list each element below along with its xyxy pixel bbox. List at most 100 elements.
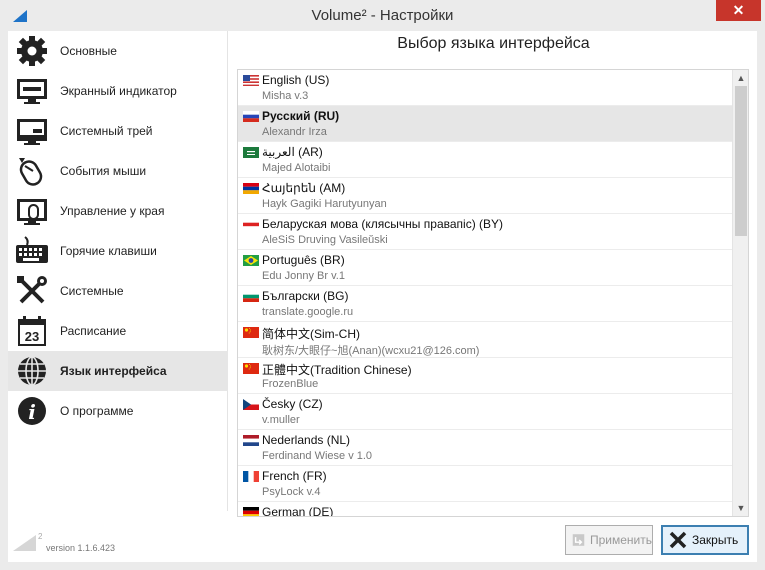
title-bar: Volume² - Настройки ✕	[0, 0, 765, 31]
keyboard-icon	[16, 236, 48, 263]
list-item[interactable]: English (US) Misha v.3	[238, 70, 732, 106]
gear-icon	[17, 36, 47, 66]
language-name: 简体中文(Sim-CH)	[262, 327, 360, 341]
flag-fr-icon	[243, 471, 259, 482]
language-rows: English (US) Misha v.3 Русский (RU) Alex…	[238, 70, 732, 517]
language-name: French (FR)	[262, 469, 327, 483]
apply-button[interactable]: Применить	[565, 525, 653, 555]
apply-button-label: Применить	[589, 533, 652, 547]
sidebar-item-label: Расписание	[60, 324, 127, 338]
language-author: v.muller	[262, 414, 300, 426]
mouse-icon	[19, 158, 43, 186]
list-item[interactable]: Български (BG) translate.google.ru	[238, 286, 732, 322]
sidebar-item-label: Системный трей	[60, 124, 153, 138]
language-name: 正體中文(Tradition Chinese)	[262, 363, 412, 377]
sidebar-item-system[interactable]: Системные	[8, 271, 228, 311]
close-button-label: Закрыть	[692, 533, 739, 547]
list-item[interactable]: Русский (RU) Alexandr Irza	[238, 106, 732, 142]
sidebar-item-label: О программе	[60, 404, 134, 418]
list-scrollbar[interactable]: ▲ ▼	[732, 70, 748, 516]
list-item[interactable]: العربية (AR) Majed Alotaibi	[238, 142, 732, 178]
flag-cz-icon	[243, 399, 259, 410]
language-name: Česky (CZ)	[262, 397, 323, 411]
language-author: Alexandr Irza	[262, 126, 327, 138]
monitor-icon	[17, 79, 47, 104]
list-item[interactable]: French (FR) PsyLock v.4	[238, 466, 732, 502]
language-list[interactable]: English (US) Misha v.3 Русский (RU) Alex…	[237, 69, 749, 517]
window-close-button[interactable]: ✕	[716, 0, 761, 21]
flag-sa-icon	[243, 147, 259, 158]
sidebar-item-label: Горячие клавиши	[60, 244, 157, 258]
sidebar-item-label: События мыши	[60, 164, 147, 178]
language-author: Misha v.3	[262, 90, 309, 102]
sidebar-item-label: Системные	[60, 284, 124, 298]
close-button[interactable]: Закрыть	[661, 525, 749, 555]
sidebar-item-mouse-events[interactable]: События мыши	[8, 151, 228, 191]
close-icon	[669, 531, 687, 549]
screen-edge-icon	[17, 199, 47, 225]
sidebar-item-about[interactable]: i О программе	[8, 391, 228, 431]
window-title: Volume² - Настройки	[311, 7, 454, 24]
sidebar-item-label: Управление у края	[60, 204, 165, 218]
sidebar-item-label: Экранный индикатор	[60, 84, 177, 98]
language-author: Majed Alotaibi	[262, 162, 331, 174]
calendar-icon: 23	[18, 316, 46, 346]
info-glyph: i	[28, 400, 36, 424]
language-name: Português (BR)	[262, 253, 345, 267]
language-author: Edu Jonny Br v.1	[262, 270, 345, 282]
sidebar-item-schedule[interactable]: 23 Расписание	[8, 311, 228, 351]
logo-superscript: 2	[38, 532, 42, 541]
info-icon: i	[18, 397, 46, 425]
sidebar: Основные Экранный индикатор Системный тр…	[8, 31, 228, 511]
language-author: PsyLock v.4	[262, 486, 321, 498]
tray-icon	[17, 119, 47, 145]
page-title: Выбор языка интерфейса	[397, 35, 590, 52]
language-name: Беларуская мова (клясычны правапіс) (BY)	[262, 217, 504, 231]
sidebar-item-language[interactable]: Язык интерфейса	[8, 351, 228, 391]
flag-ru-icon	[243, 111, 259, 122]
sidebar-item-label: Язык интерфейса	[60, 364, 167, 378]
flag-us-icon	[243, 75, 259, 86]
list-item[interactable]: 正體中文(Tradition Chinese) FrozenBlue	[238, 358, 732, 394]
calendar-day: 23	[25, 329, 39, 344]
flag-by-icon	[243, 219, 259, 230]
language-author: 耿树东/大眼仔~旭(Anan)(wcxu21@126.com)	[262, 345, 480, 357]
language-name: English (US)	[262, 73, 330, 87]
list-item[interactable]: 简体中文(Sim-CH) 耿树东/大眼仔~旭(Anan)(wcxu21@126.…	[238, 322, 732, 358]
list-item[interactable]: German (DE)	[238, 502, 732, 517]
sidebar-item-screen-edge[interactable]: Управление у края	[8, 191, 228, 231]
apply-icon	[572, 534, 585, 546]
language-author: Ferdinand Wiese v 1.0	[262, 450, 373, 462]
language-author: translate.google.ru	[262, 306, 354, 318]
flag-nl-icon	[243, 435, 259, 446]
flag-br-icon	[243, 255, 259, 266]
scroll-down-button[interactable]: ▼	[733, 500, 748, 516]
scroll-up-button[interactable]: ▲	[733, 70, 748, 86]
language-name: Български (BG)	[262, 289, 349, 303]
version-label: version 1.1.6.423	[46, 543, 116, 553]
list-item[interactable]: Հայերեն (AM) Hayk Gagiki Harutyunyan	[238, 178, 732, 214]
sidebar-item-tray[interactable]: Системный трей	[8, 111, 228, 151]
sidebar-item-general[interactable]: Основные	[8, 31, 228, 71]
language-name: Nederlands (NL)	[262, 433, 351, 447]
list-item[interactable]: Português (BR) Edu Jonny Br v.1	[238, 250, 732, 286]
sidebar-item-hotkeys[interactable]: Горячие клавиши	[8, 231, 228, 271]
list-item[interactable]: Беларуская мова (клясычны правапіс) (BY)…	[238, 214, 732, 250]
language-author: Hayk Gagiki Harutyunyan	[262, 198, 387, 210]
language-name: العربية (AR)	[262, 145, 323, 159]
language-name: German (DE)	[262, 505, 334, 517]
flag-cn-icon	[243, 363, 259, 374]
sidebar-item-osd[interactable]: Экранный индикатор	[8, 71, 228, 111]
sidebar-item-label: Основные	[60, 44, 117, 58]
language-author: AleSiS Druving Vasileŭski	[262, 234, 388, 246]
flag-de-icon	[243, 507, 259, 516]
globe-icon	[18, 356, 46, 386]
app-logo: 2	[13, 532, 42, 551]
scroll-thumb[interactable]	[735, 86, 747, 236]
flag-am-icon	[243, 183, 259, 194]
tools-icon	[17, 276, 47, 304]
window-content: Основные Экранный индикатор Системный тр…	[8, 31, 757, 562]
flag-cn-icon	[243, 327, 259, 338]
list-item[interactable]: Česky (CZ) v.muller	[238, 394, 732, 430]
list-item[interactable]: Nederlands (NL) Ferdinand Wiese v 1.0	[238, 430, 732, 466]
